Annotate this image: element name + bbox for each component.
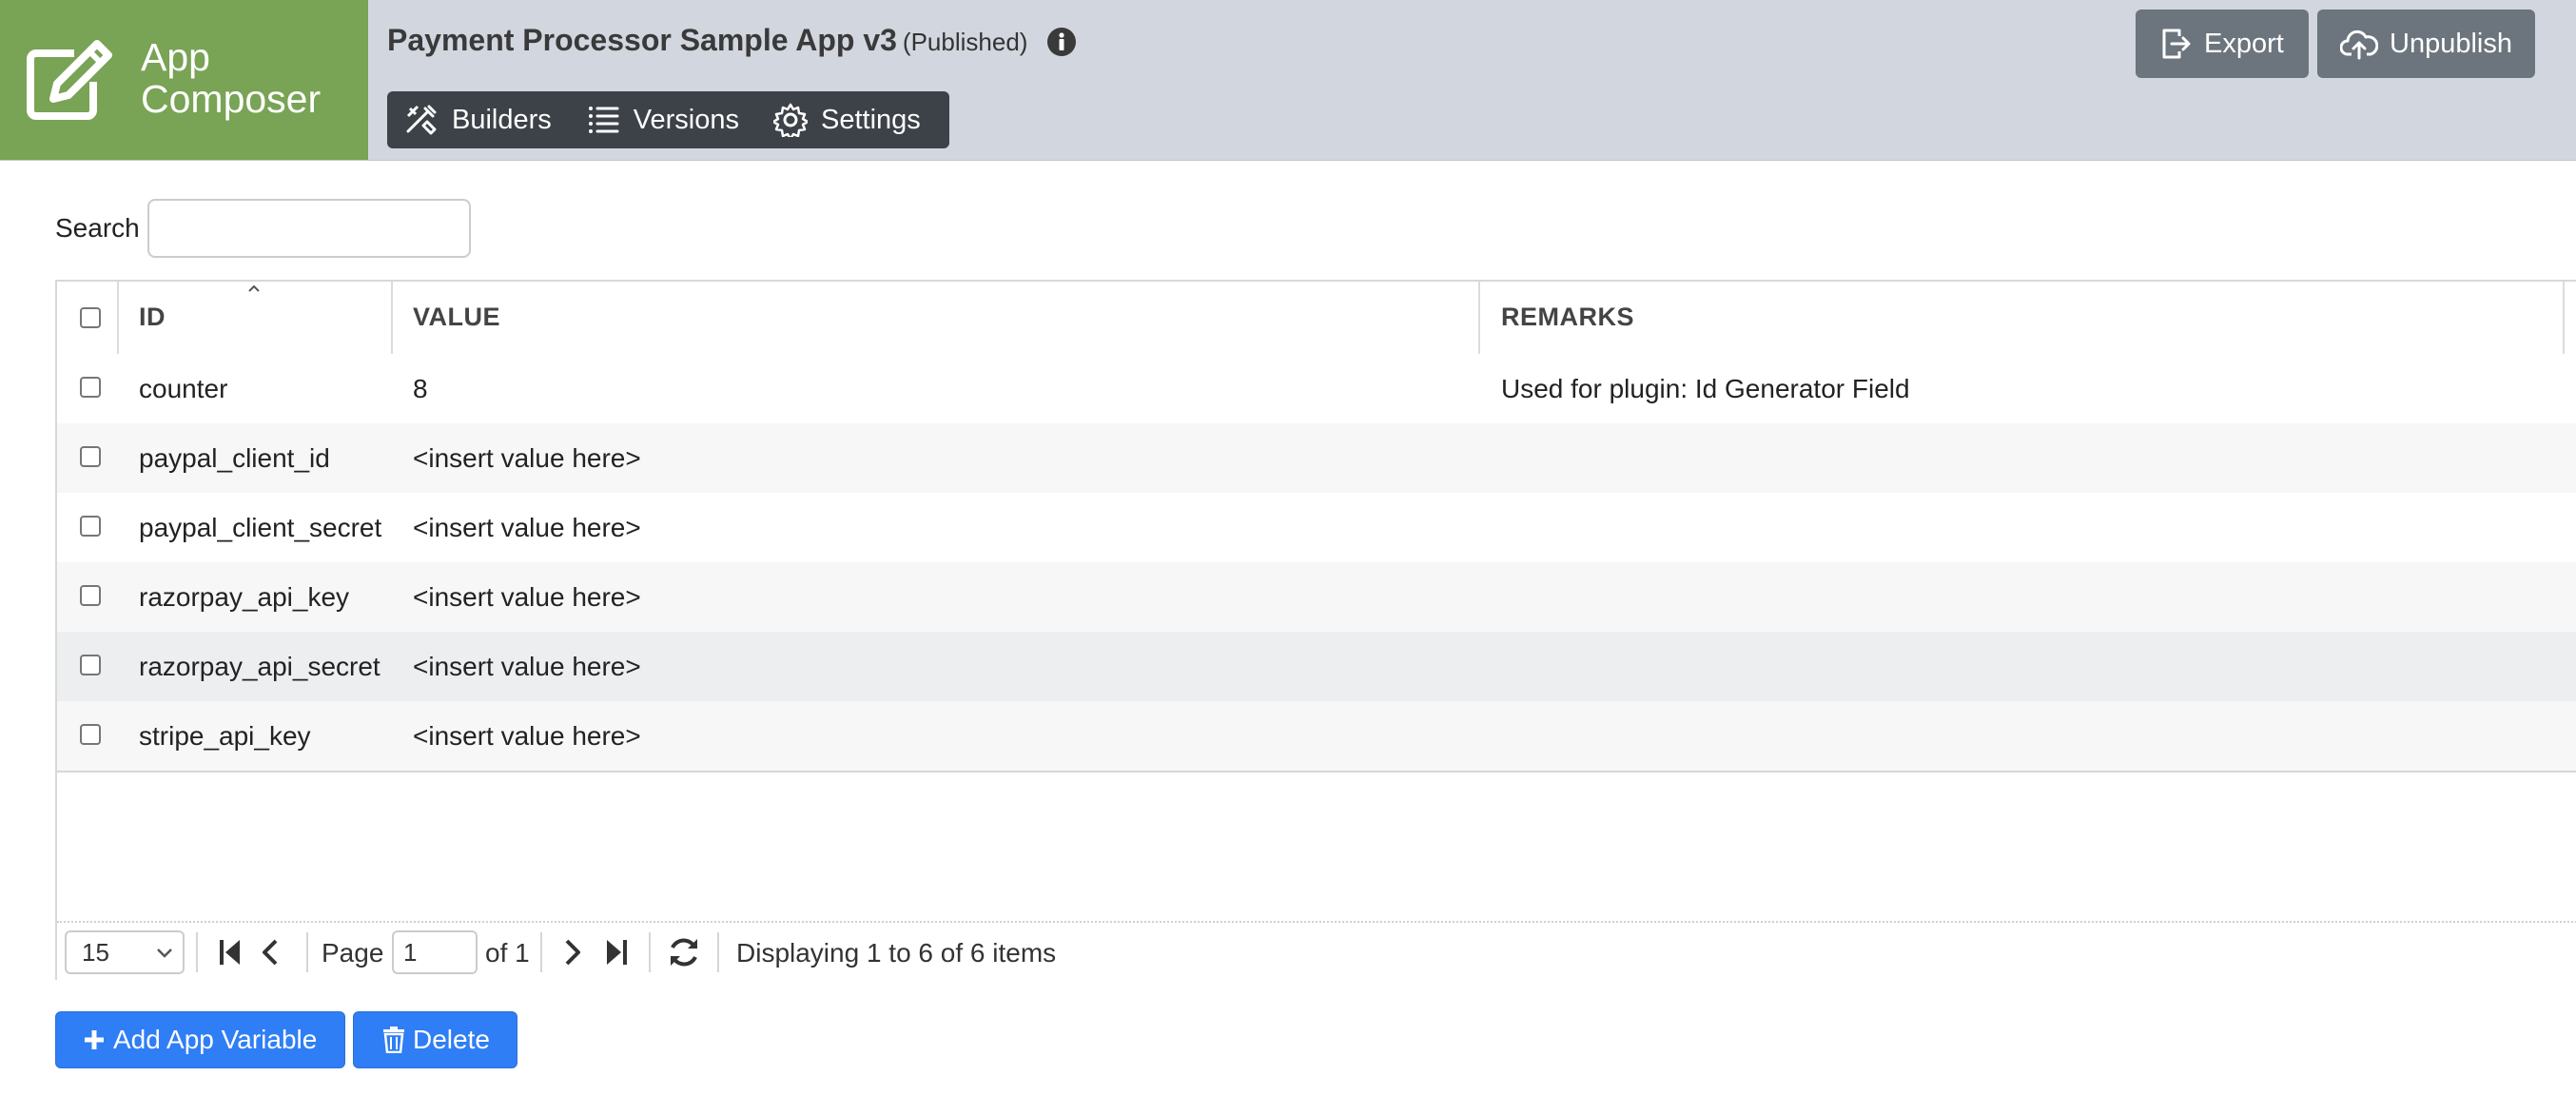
pager-divider [649, 932, 651, 972]
cell-value: <insert value here> [413, 651, 641, 681]
row-checkbox[interactable] [80, 724, 101, 745]
row-checkbox[interactable] [80, 377, 101, 398]
unpublish-label: Unpublish [2390, 28, 2512, 59]
nav-builders-label: Builders [452, 104, 552, 135]
cell-value: <insert value here> [413, 512, 641, 542]
builders-icon [406, 105, 437, 135]
add-app-variable-button[interactable]: Add App Variable [55, 1011, 345, 1068]
column-header-remarks-label: REMARKS [1501, 302, 1635, 331]
app-title: Payment Processor Sample App v3 (Publishe… [387, 23, 1027, 58]
refresh-icon[interactable] [666, 935, 702, 969]
column-header-id-label: ID [139, 302, 166, 331]
add-app-variable-label: Add App Variable [113, 1025, 318, 1054]
nav-builders[interactable]: Builders [387, 91, 569, 148]
page-number-value: 1 [403, 937, 418, 967]
last-page-icon[interactable] [603, 938, 630, 967]
table-row[interactable]: paypal_client_id <insert value here> [57, 423, 2576, 493]
cloud-upload-icon [2340, 29, 2378, 60]
page-number-input[interactable]: 1 [392, 930, 478, 974]
table-row[interactable]: counter 8 Used for plugin: Id Generator … [57, 354, 2576, 423]
sort-asc-icon [248, 284, 260, 292]
page-size-value: 15 [82, 937, 109, 967]
unpublish-button[interactable]: Unpublish [2317, 10, 2535, 78]
app-composer-logo[interactable]: App Composer [0, 0, 368, 160]
app-header: App Composer Payment Processor Sample Ap… [0, 0, 2576, 161]
app-variables-grid: ID VALUE REMARKS counter 8 Used for plug… [55, 280, 2576, 982]
table-row[interactable]: razorpay_api_key <insert value here> [57, 562, 2576, 632]
cell-value: 8 [413, 373, 428, 403]
cell-value: <insert value here> [413, 720, 641, 751]
row-checkbox[interactable] [80, 446, 101, 467]
table-row[interactable]: stripe_api_key <insert value here> [57, 701, 2576, 773]
export-icon [2162, 29, 2191, 59]
cell-id: stripe_api_key [139, 720, 311, 751]
cell-value: <insert value here> [413, 442, 641, 473]
edit-square-icon [27, 40, 112, 120]
table-row[interactable]: paypal_client_secret <insert value here> [57, 493, 2576, 562]
export-label: Export [2204, 28, 2284, 59]
cell-id: paypal_client_id [139, 442, 330, 473]
column-header-value-label: VALUE [413, 302, 501, 331]
brand-name: App Composer [141, 35, 322, 121]
pager-divider [717, 932, 719, 972]
pager-divider [306, 932, 308, 972]
delete-button[interactable]: Delete [353, 1011, 517, 1068]
pager-divider [540, 932, 542, 972]
export-button[interactable]: Export [2136, 10, 2309, 78]
prev-page-icon[interactable] [259, 938, 282, 967]
info-icon[interactable] [1046, 27, 1077, 57]
nav-settings[interactable]: Settings [756, 91, 938, 148]
delete-label: Delete [413, 1025, 490, 1054]
gear-icon [773, 103, 809, 137]
next-page-icon[interactable] [561, 938, 584, 967]
select-all-checkbox[interactable] [80, 307, 101, 328]
cell-value: <insert value here> [413, 581, 641, 612]
search-label: Search [55, 213, 140, 243]
cell-id: razorpay_api_key [139, 581, 350, 612]
column-header-remarks[interactable]: REMARKS [1501, 282, 2547, 352]
row-checkbox[interactable] [80, 516, 101, 537]
list-icon [588, 107, 619, 133]
pager-divider [196, 932, 198, 972]
app-status: (Published) [902, 28, 1028, 56]
cell-id: paypal_client_secret [139, 512, 382, 542]
row-checkbox[interactable] [80, 585, 101, 606]
nav-versions[interactable]: Versions [569, 91, 756, 148]
grid-pager: 15 Page 1 of 1 Displaying 1 to 6 of 6 it… [57, 921, 2576, 982]
nav-settings-label: Settings [821, 104, 921, 135]
cell-id: counter [139, 373, 228, 403]
plus-icon [85, 1030, 104, 1049]
chevron-down-icon [157, 949, 172, 958]
table-row[interactable]: razorpay_api_secret <insert value here> [57, 632, 2576, 701]
grid-header: ID VALUE REMARKS [57, 282, 2576, 356]
cell-id: razorpay_api_secret [139, 651, 381, 681]
row-checkbox[interactable] [80, 655, 101, 675]
page-size-select[interactable]: 15 [65, 930, 185, 974]
page-label: Page [322, 938, 384, 968]
display-summary: Displaying 1 to 6 of 6 items [736, 938, 1057, 968]
trash-icon [383, 1027, 404, 1053]
app-nav: Builders Versions Settings [387, 91, 949, 148]
nav-versions-label: Versions [633, 104, 740, 135]
cell-remarks: Used for plugin: Id Generator Field [1501, 373, 1910, 403]
page-total-label: of 1 [485, 938, 530, 968]
column-header-id[interactable]: ID [139, 282, 405, 352]
search-input[interactable] [147, 199, 471, 258]
first-page-icon[interactable] [217, 938, 244, 967]
app-title-text: Payment Processor Sample App v3 [387, 23, 897, 57]
column-header-value[interactable]: VALUE [413, 282, 1459, 352]
